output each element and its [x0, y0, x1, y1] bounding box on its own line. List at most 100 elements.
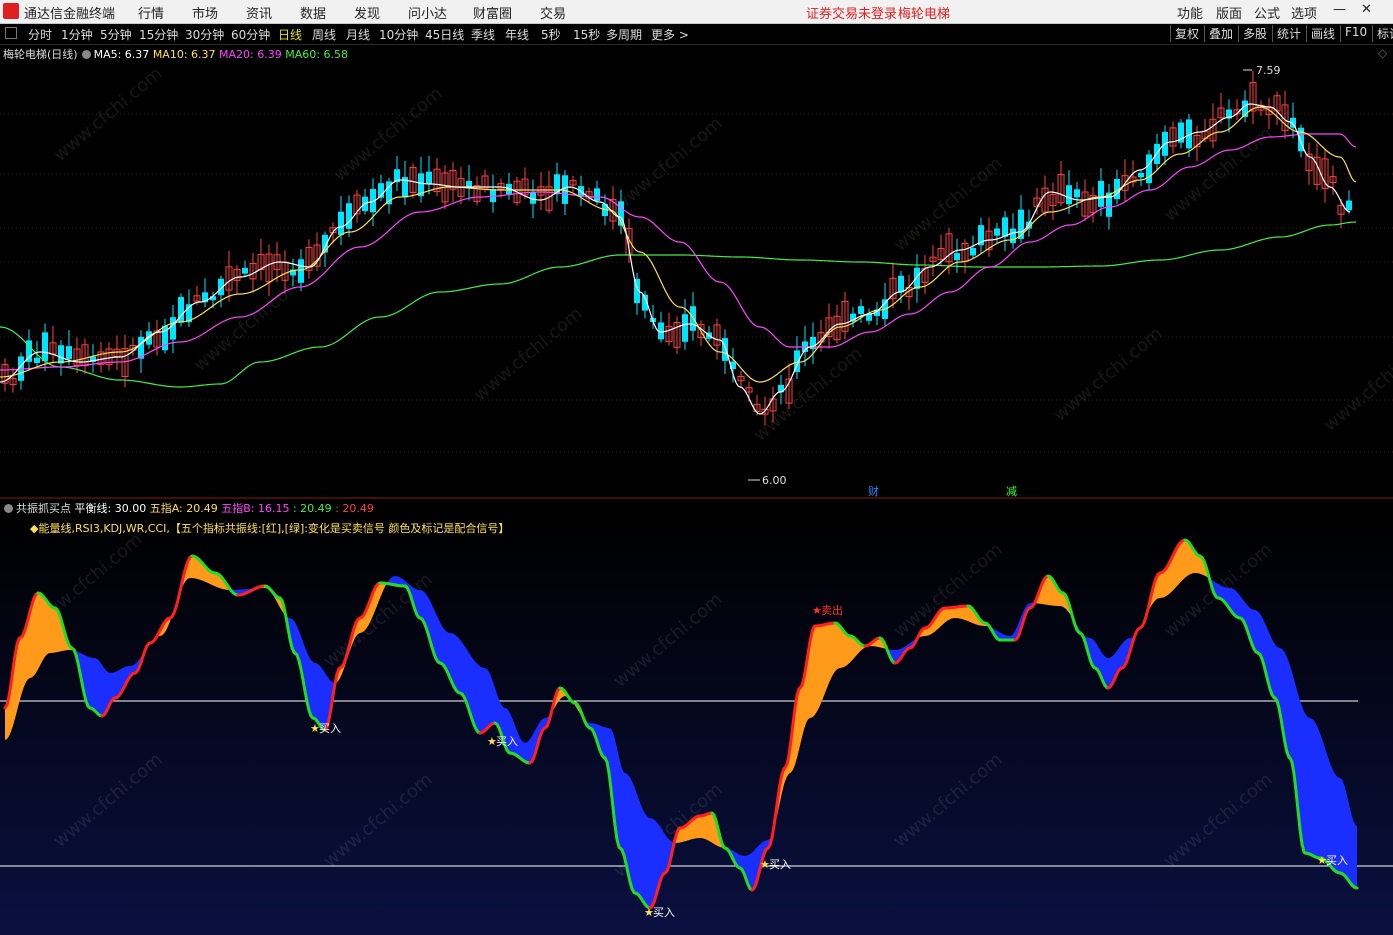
- multi-stock-button[interactable]: 多股: [1238, 25, 1271, 42]
- resonance-fill: [1354, 822, 1356, 888]
- f10-button[interactable]: F10: [1340, 25, 1371, 42]
- resonance-fill: [44, 597, 46, 659]
- stock-name-label: 梅轮电梯: [898, 7, 951, 22]
- candle-down: [914, 267, 920, 289]
- tab-period-more[interactable]: 更多 >: [651, 26, 689, 43]
- candle-down: [338, 211, 344, 235]
- menu-item-function[interactable]: 功能: [1177, 3, 1203, 22]
- tab-period-quarter[interactable]: 季线: [471, 26, 495, 43]
- menu-item-options[interactable]: 选项: [1291, 3, 1317, 22]
- tab-period-1min[interactable]: 1分钟: [61, 26, 93, 43]
- resonance-line-segment: [331, 682, 337, 698]
- login-status[interactable]: 证券交易未登录: [806, 3, 897, 22]
- candle-down: [858, 306, 864, 315]
- resonance-fill: [1256, 610, 1258, 653]
- tab-period-5sec[interactable]: 5秒: [541, 26, 561, 43]
- tab-period-5min[interactable]: 5分钟: [100, 26, 132, 43]
- resonance-fill: [315, 663, 317, 721]
- close-icon[interactable]: ✕: [1361, 2, 1372, 17]
- resonance-fill: [311, 660, 313, 718]
- menu-item-data[interactable]: 数据: [300, 3, 326, 22]
- tab-period-30min[interactable]: 30分钟: [185, 26, 224, 43]
- resonance-fill: [478, 664, 480, 733]
- resonance-fill: [422, 590, 424, 623]
- resonance-fill: [823, 624, 825, 699]
- watermark-text: www.cfchi.com: [1050, 323, 1167, 426]
- resonance-fill: [20, 636, 22, 700]
- resonance-fill: [639, 799, 641, 899]
- buy-signal-label: 买入: [653, 906, 675, 919]
- resonance-line-segment: [778, 772, 784, 786]
- resonance-fill: [490, 674, 492, 726]
- minimize-icon[interactable]: —: [1333, 2, 1346, 17]
- menu-item-market[interactable]: 行情: [138, 3, 164, 22]
- resonance-fill: [947, 607, 949, 621]
- resonance-fill: [319, 664, 321, 727]
- resonance-fill: [488, 670, 490, 728]
- menu-item-markets[interactable]: 市场: [192, 3, 218, 22]
- resonance-fill: [647, 816, 649, 908]
- ma5-label: MA5: 6.37: [93, 48, 150, 61]
- balance-line-value: 平衡线: 30.00: [74, 502, 147, 515]
- resonance-fill: [88, 656, 90, 708]
- resonance-line-segment: [802, 665, 808, 680]
- tab-period-weekly[interactable]: 周线: [312, 26, 336, 43]
- resonance-fill: [626, 773, 628, 873]
- candle-down: [426, 171, 432, 185]
- candle-down: [898, 275, 904, 293]
- resonance-fill: [474, 660, 476, 730]
- resonance-fill: [815, 625, 817, 715]
- tab-period-daily[interactable]: 日线: [278, 26, 302, 43]
- overlay-button[interactable]: 叠加: [1204, 25, 1237, 42]
- resonance-fill: [442, 625, 444, 666]
- indicator-toggle-icon[interactable]: [4, 504, 13, 513]
- panel-toggle-icon[interactable]: [5, 27, 17, 39]
- candle-down: [866, 314, 872, 321]
- tab-period-60min[interactable]: 60分钟: [231, 26, 270, 43]
- settings-circle-icon[interactable]: [81, 50, 91, 59]
- mark-button[interactable]: 标记: [1372, 25, 1393, 42]
- high-price-label: 7.59: [1256, 64, 1281, 77]
- adjust-button[interactable]: 复权: [1170, 25, 1203, 42]
- tab-period-45day[interactable]: 45日线: [425, 26, 464, 43]
- resonance-fill: [452, 633, 454, 687]
- resonance-fill: [1287, 657, 1289, 758]
- chart-menu-diamond-icon[interactable]: ◇: [1378, 46, 1387, 60]
- resonance-fill: [42, 594, 44, 662]
- resonance-fill: [831, 623, 833, 679]
- menu-item-formula[interactable]: 公式: [1254, 3, 1280, 22]
- resonance-fill: [456, 635, 458, 693]
- tab-period-year[interactable]: 年线: [505, 26, 529, 43]
- sell-signal-label: 卖出: [821, 603, 843, 617]
- resonance-line-segment: [787, 738, 793, 757]
- stats-button[interactable]: 统计: [1272, 25, 1305, 42]
- resonance-fill: [472, 657, 474, 725]
- tab-period-intraday[interactable]: 分时: [28, 26, 52, 43]
- resonance-fill: [645, 813, 647, 907]
- resonance-fill: [1095, 641, 1097, 670]
- menu-item-ask[interactable]: 问小达: [408, 3, 447, 22]
- menu-item-wealth[interactable]: 财富圈: [473, 3, 512, 22]
- resonance-fill: [100, 661, 102, 716]
- menu-item-trade[interactable]: 交易: [540, 3, 566, 22]
- tab-period-monthly[interactable]: 月线: [346, 26, 370, 43]
- watermark-text: www.cfchi.com: [1160, 123, 1277, 226]
- candle-down: [1346, 200, 1352, 211]
- menu-item-layout[interactable]: 版面: [1216, 3, 1242, 22]
- resonance-fill: [750, 852, 752, 890]
- resonance-fill: [821, 624, 823, 704]
- resonance-fill: [1238, 593, 1240, 618]
- candle-down: [994, 228, 1000, 236]
- watermark-text: www.cfchi.com: [610, 113, 727, 216]
- resonance-fill: [480, 666, 482, 733]
- tab-period-multi[interactable]: 多周期: [606, 26, 642, 43]
- resonance-fill: [1182, 540, 1184, 581]
- index-c-value: : 20.49: [292, 502, 332, 515]
- tab-period-15sec[interactable]: 15秒: [573, 26, 600, 43]
- menu-item-discover[interactable]: 发现: [354, 3, 380, 22]
- draw-button[interactable]: 画线: [1306, 25, 1339, 42]
- tab-period-10min[interactable]: 10分钟: [379, 26, 418, 43]
- menu-item-news[interactable]: 资讯: [246, 3, 272, 22]
- tab-period-15min[interactable]: 15分钟: [139, 26, 178, 43]
- resonance-line-segment: [1281, 729, 1287, 745]
